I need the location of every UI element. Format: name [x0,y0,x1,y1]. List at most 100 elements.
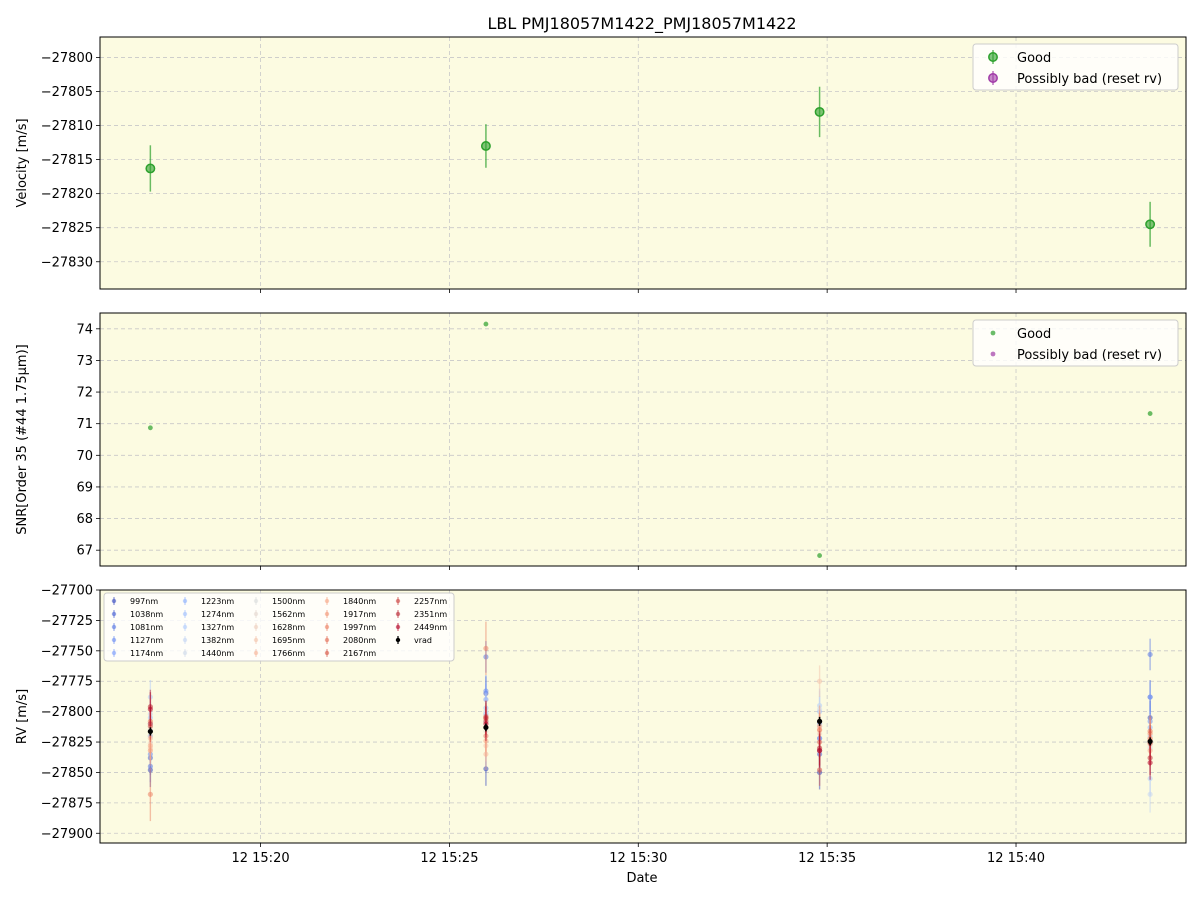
legend-label: 1628nm [272,623,305,632]
legend-label: Good [1017,327,1051,342]
legend-label: 1382nm [201,636,234,645]
x-tick-label: 12 15:35 [798,851,856,866]
data-point [483,724,489,731]
legend-marker [182,598,188,604]
y-tick-label: 69 [76,480,93,495]
legend-marker [182,624,188,630]
legend-label: 1223nm [201,597,234,606]
y-tick-label: −27900 [41,827,93,842]
data-point [816,747,823,754]
legend-label: 2351nm [414,610,447,619]
y-tick-label: 68 [76,512,93,527]
data-point [814,106,825,117]
data-point [816,718,823,724]
legend-marker [395,624,401,630]
legend-marker [253,624,259,630]
legend-marker [324,650,330,656]
legend-marker [324,598,330,604]
legend-label: Good [1017,51,1051,66]
y-tick-label: −27815 [41,153,93,168]
legend-marker [182,650,188,656]
legend-label: 1562nm [272,610,305,619]
legend-label: 1274nm [201,610,234,619]
data-point [147,706,153,712]
data-point [1147,760,1153,766]
data-point [1147,651,1153,658]
legend-label: Possibly bad (reset rv) [1017,72,1162,87]
data-point [483,321,489,327]
y-tick-label: −27805 [41,85,93,100]
y-tick-label: −27800 [41,705,93,720]
legend-marker [253,650,259,656]
legend-label: 1917nm [343,610,376,619]
y-tick-label: 74 [76,322,93,337]
legend-marker [990,351,996,357]
legend-label: Possibly bad (reset rv) [1017,348,1162,363]
legend-marker [111,650,117,656]
legend-label: 2257nm [414,597,447,606]
data-point [1147,694,1153,700]
data-point [147,728,153,735]
data-point [817,553,822,558]
y-tick-label: −27875 [41,796,93,811]
legend-label: 1327nm [201,623,234,632]
y-tick-label: −27825 [41,221,93,236]
y-tick-label: −27820 [41,187,93,202]
legend-label: 1440nm [201,649,234,658]
legend-label: 2080nm [343,636,376,645]
data-point [816,767,823,773]
y-tick-label: 67 [76,544,93,559]
legend-marker [253,611,259,617]
y-tick-label: −27810 [41,119,93,134]
y-tick-label: −27825 [41,736,93,751]
x-tick-label: 12 15:30 [609,851,667,866]
data-point [816,678,823,684]
y-axis-label: SNR[Order 35 (#44 1.75μm)] [15,344,30,535]
legend-marker [182,611,188,617]
y-axis-label: RV [m/s] [15,689,30,744]
legend-label: 1695nm [272,636,305,645]
data-point [480,141,491,151]
x-tick-label: 12 15:20 [231,851,289,866]
legend-marker [990,330,996,336]
legend-label: 1997nm [343,623,376,632]
snr-panel: 67 68 69 70 71 72 73 74 SNR[Order 35 (#44 1.75μm… [15,312,1187,570]
legend-marker [253,637,259,643]
y-tick-label: −27725 [41,614,93,629]
legend-marker [182,637,188,643]
x-tick-label: 12 15:40 [987,851,1045,866]
data-point [147,425,153,431]
data-point [147,747,153,754]
y-tick-label: −27830 [41,255,93,270]
y-tick-label: −27700 [41,584,93,599]
legend-marker [111,624,117,630]
figure: LBL PMJ18057M1422_PMJ18057M1422 −27800−2… [15,14,1187,886]
legend-marker [324,624,330,630]
legend-label: 1500nm [272,597,305,606]
legend-marker [395,598,401,604]
legend-label: 1038nm [130,610,163,619]
y-tick-label: 72 [76,386,93,401]
legend-marker [111,598,117,604]
legend-marker [111,637,117,643]
legend-label: vrad [414,636,432,645]
figure-title: LBL PMJ18057M1422_PMJ18057M1422 [487,14,796,34]
y-tick-label: 70 [76,449,93,464]
legend-marker [111,611,117,617]
y-tick-label: −27850 [41,766,93,781]
legend-marker [988,52,998,62]
data-point [145,163,156,174]
legend-marker [988,73,998,83]
data-point [1147,411,1153,416]
y-tick-label: −27750 [41,644,93,659]
y-tick-label: −27775 [41,675,93,690]
y-axis-label: Velocity [m/s] [15,118,30,207]
legend-label: 997nm [130,597,158,606]
x-tick-label: 12 15:25 [420,851,478,866]
legend-label: 1766nm [272,649,305,658]
data-point [1147,738,1153,745]
legend-label: 1081nm [130,623,163,632]
legend-marker [395,611,401,617]
rv-panel: −27700 −27725 −27750 −27775 −27800 −27825 −278… [15,584,1187,866]
legend-label: 2167nm [343,649,376,658]
